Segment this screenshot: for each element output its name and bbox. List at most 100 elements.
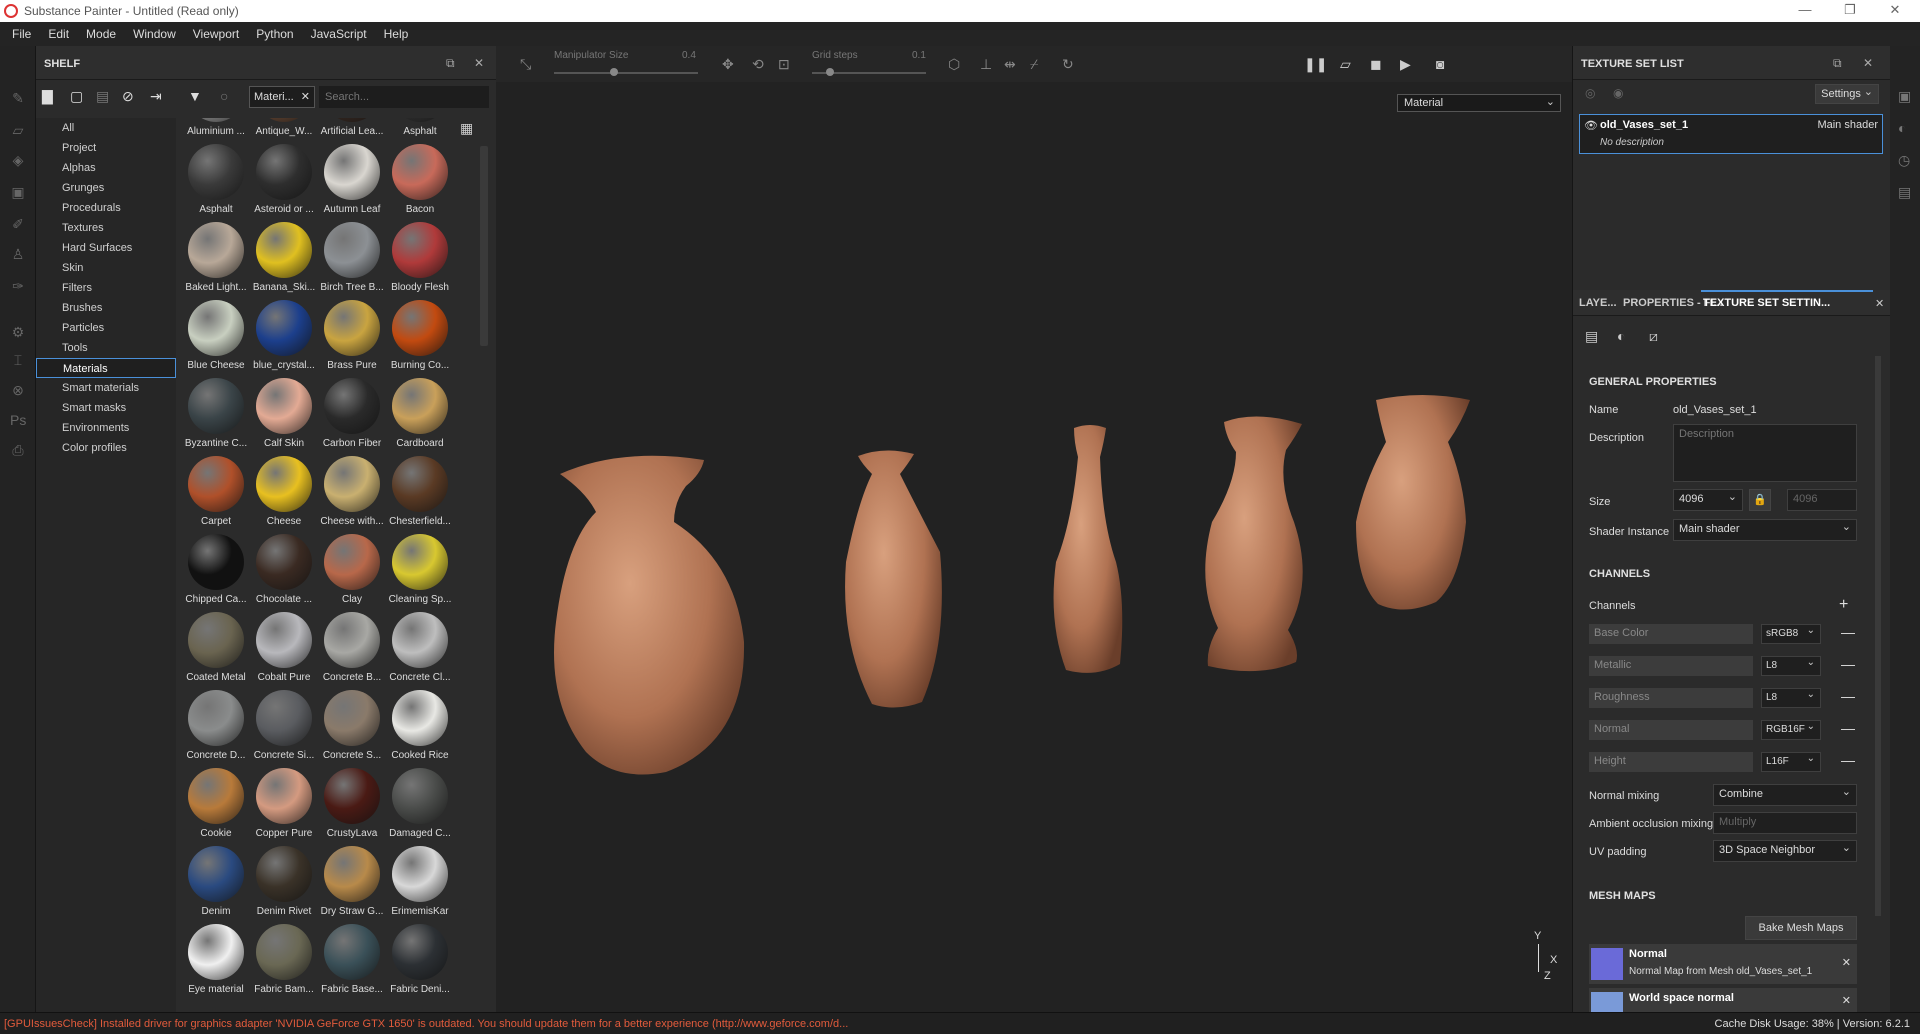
close-panel-icon[interactable]: ✕ — [1863, 56, 1873, 70]
material-item[interactable]: Artificial Lea... — [318, 118, 386, 144]
channel-roughness-format[interactable]: L8 — [1761, 688, 1821, 708]
rotate-icon[interactable]: ⟲ — [752, 56, 764, 73]
move-icon[interactable]: ✥ — [722, 56, 734, 73]
material-item[interactable]: Autumn Leaf — [318, 144, 386, 222]
solo-icon[interactable]: ◉ — [1613, 86, 1623, 100]
history-icon[interactable]: ◷ — [1898, 152, 1910, 169]
mesh-map-world-normal[interactable]: World space normal ✕ — [1589, 988, 1857, 1012]
uv-view-icon[interactable]: ⧄ — [1649, 328, 1658, 345]
category-tools[interactable]: Tools — [36, 338, 176, 358]
category-hard-surfaces[interactable]: Hard Surfaces — [36, 238, 176, 258]
2d-view-icon[interactable]: ▱ — [1340, 56, 1351, 73]
category-smart-materials[interactable]: Smart materials — [36, 378, 176, 398]
normal-mixing-dropdown[interactable]: Combine — [1713, 784, 1857, 806]
material-item[interactable]: Burning Co... — [386, 300, 454, 378]
menu-javascript[interactable]: JavaScript — [311, 27, 367, 41]
tab-layers[interactable]: LAYE... — [1579, 297, 1617, 309]
material-item[interactable]: Asteroid or ... — [250, 144, 318, 222]
material-item[interactable]: Aluminium ... — [182, 118, 250, 144]
material-item[interactable]: Concrete B... — [318, 612, 386, 690]
remove-channel-icon[interactable]: — — [1841, 624, 1855, 640]
menu-file[interactable]: File — [12, 27, 31, 41]
mirror-icon[interactable]: ⇹ — [1004, 56, 1016, 73]
pause-icon[interactable]: ❚❚ — [1304, 56, 1327, 73]
category-project[interactable]: Project — [36, 138, 176, 158]
menu-window[interactable]: Window — [133, 27, 176, 41]
material-item[interactable]: Chipped Ca... — [182, 534, 250, 612]
material-item[interactable]: Concrete S... — [318, 690, 386, 768]
clone-stamp-icon[interactable]: ♙ — [10, 246, 26, 262]
log-icon[interactable]: ▤ — [1898, 184, 1911, 201]
hide-icon[interactable]: ⊘ — [122, 88, 134, 105]
material-item[interactable]: Chocolate ... — [250, 534, 318, 612]
viewer-settings-icon[interactable]: ◐ — [1898, 120, 1906, 136]
category-particles[interactable]: Particles — [36, 318, 176, 338]
close-window-icon[interactable]: ✕ — [1880, 2, 1910, 20]
eraser-icon[interactable]: ▱ — [10, 122, 26, 138]
uv-padding-dropdown[interactable]: 3D Space Neighbor — [1713, 840, 1857, 862]
category-environments[interactable]: Environments — [36, 418, 176, 438]
menu-edit[interactable]: Edit — [48, 27, 69, 41]
float-panel-icon[interactable]: ⧉ — [1833, 56, 1842, 71]
new-folder-icon[interactable]: ▢ — [70, 88, 83, 105]
material-item[interactable]: Baked Light... — [182, 222, 250, 300]
material-item[interactable]: Fabric Base... — [318, 924, 386, 1002]
shelf-search-input[interactable] — [319, 86, 489, 108]
shelf-scrollbar[interactable] — [480, 146, 488, 346]
remove-filter-icon[interactable]: ✕ — [301, 90, 310, 103]
menu-python[interactable]: Python — [256, 27, 293, 41]
add-channel-icon[interactable]: + — [1839, 596, 1848, 614]
material-item[interactable]: Cardboard — [386, 378, 454, 456]
minimize-icon[interactable]: — — [1790, 2, 1820, 20]
projection-icon[interactable]: ◈ — [10, 152, 26, 168]
material-item[interactable]: Cheese — [250, 456, 318, 534]
remove-mesh-map-icon[interactable]: ✕ — [1842, 994, 1851, 1007]
material-item[interactable]: Concrete Cl... — [386, 612, 454, 690]
material-item[interactable]: Fabric Bam... — [250, 924, 318, 1002]
material-item[interactable]: Banana_Ski... — [250, 222, 318, 300]
material-item[interactable]: Clay — [318, 534, 386, 612]
material-item[interactable]: Chesterfield... — [386, 456, 454, 534]
folder-icon[interactable]: ▇ — [42, 88, 53, 105]
category-filters[interactable]: Filters — [36, 278, 176, 298]
import-icon[interactable]: ⇥ — [150, 88, 162, 105]
grid-steps-knob[interactable] — [826, 68, 834, 76]
material-item[interactable]: Cooked Rice — [386, 690, 454, 768]
material-item[interactable]: Coated Metal — [182, 612, 250, 690]
settings-button[interactable]: Settings — [1815, 84, 1879, 104]
material-item[interactable]: Copper Pure — [250, 768, 318, 846]
filter-icon[interactable]: ▼ — [188, 88, 202, 104]
material-item[interactable]: blue_crystal... — [250, 300, 318, 378]
material-item[interactable]: Byzantine C... — [182, 378, 250, 456]
bake-icon[interactable]: ⚙ — [10, 324, 26, 340]
material-item[interactable]: Denim Rivet — [250, 846, 318, 924]
material-item[interactable]: Birch Tree B... — [318, 222, 386, 300]
manipulator-size-slider[interactable] — [554, 72, 698, 74]
description-field[interactable] — [1673, 424, 1857, 482]
size-dropdown[interactable]: 4096 — [1673, 489, 1743, 511]
channel-height[interactable]: Height — [1589, 752, 1753, 772]
eye-icon[interactable]: 👁 — [1584, 119, 1598, 132]
export-icon[interactable]: ⎙ — [10, 442, 26, 458]
material-item[interactable]: Asphalt — [386, 118, 454, 144]
settings-scrollbar[interactable] — [1875, 356, 1881, 916]
color-picker-icon[interactable]: ✑ — [10, 278, 26, 294]
align-icon[interactable]: ⊥ — [980, 56, 992, 73]
material-item[interactable]: Concrete Si... — [250, 690, 318, 768]
object-icon[interactable]: ⬡ — [948, 56, 960, 73]
3d-viewport[interactable]: Y X Z — [496, 82, 1572, 1012]
material-item[interactable]: Cookie — [182, 768, 250, 846]
channel-roughness[interactable]: Roughness — [1589, 688, 1753, 708]
menu-mode[interactable]: Mode — [86, 27, 116, 41]
material-mode-dropdown[interactable]: Material — [1397, 94, 1561, 112]
material-item[interactable]: Bacon — [386, 144, 454, 222]
channel-height-format[interactable]: L16F — [1761, 752, 1821, 772]
material-item[interactable]: Carbon Fiber — [318, 378, 386, 456]
material-item[interactable]: Fabric Deni... — [386, 924, 454, 1002]
material-item[interactable]: Antique_W... — [250, 118, 318, 144]
remove-mesh-map-icon[interactable]: ✕ — [1842, 956, 1851, 969]
category-all[interactable]: All — [36, 118, 176, 138]
display-settings-icon[interactable]: ▣ — [1898, 88, 1911, 105]
transform-icon[interactable]: ⤡ — [520, 56, 531, 73]
3d-view-icon[interactable]: ◼ — [1370, 56, 1382, 73]
